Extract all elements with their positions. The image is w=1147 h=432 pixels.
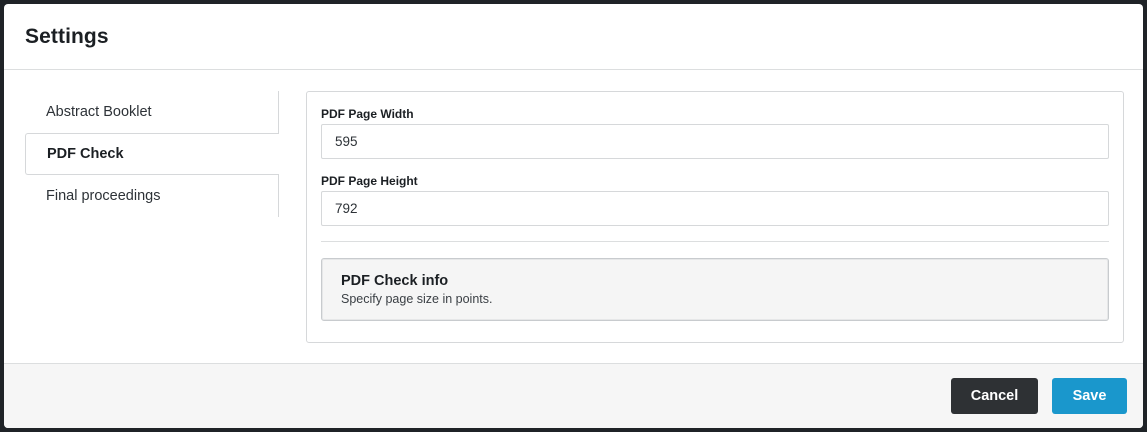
settings-modal: Settings Abstract Booklet PDF Check Fina… xyxy=(4,4,1143,428)
sidebar-item-abstract-booklet[interactable]: Abstract Booklet xyxy=(25,91,278,133)
info-text: Specify page size in points. xyxy=(341,292,493,306)
save-button[interactable]: Save xyxy=(1052,378,1127,414)
sidebar-item-label: Final proceedings xyxy=(46,188,161,204)
modal-body: Abstract Booklet PDF Check Final proceed… xyxy=(4,70,1143,363)
sidebar-item-pdf-check[interactable]: PDF Check xyxy=(25,133,279,175)
page-height-label: PDF Page Height xyxy=(321,174,418,188)
page-height-group: PDF Page Height xyxy=(321,173,1109,226)
modal-header: Settings xyxy=(4,4,1143,70)
settings-sidebar: Abstract Booklet PDF Check Final proceed… xyxy=(25,91,279,217)
page-width-label: PDF Page Width xyxy=(321,107,414,121)
page-width-group: PDF Page Width xyxy=(321,106,1109,159)
modal-title: Settings xyxy=(25,24,109,48)
info-title: PDF Check info xyxy=(341,273,449,289)
sidebar-item-final-proceedings[interactable]: Final proceedings xyxy=(25,175,278,217)
divider xyxy=(321,241,1109,242)
sidebar-item-label: Abstract Booklet xyxy=(46,104,152,120)
pdf-check-panel: PDF Page Width PDF Page Height PDF Check… xyxy=(306,91,1124,343)
cancel-button[interactable]: Cancel xyxy=(951,378,1038,414)
page-width-input[interactable] xyxy=(321,124,1109,159)
info-box: PDF Check info Specify page size in poin… xyxy=(321,258,1109,321)
page-height-input[interactable] xyxy=(321,191,1109,226)
modal-footer: Cancel Save xyxy=(4,363,1143,428)
sidebar-item-label: PDF Check xyxy=(47,146,124,162)
